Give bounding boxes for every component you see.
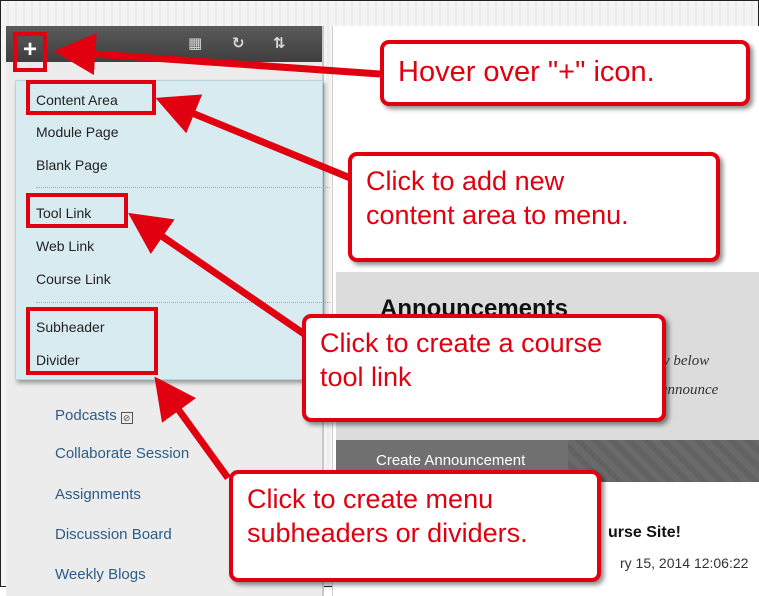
callout-content-area: Click to add new content area to menu. — [348, 152, 720, 262]
callout-tool-link: Click to create a course tool link — [302, 314, 666, 422]
callout-subheader: Click to create menu subheaders or divid… — [229, 470, 601, 582]
arrow-to-subheader — [154, 376, 231, 481]
arrow-to-tool-link — [128, 212, 312, 341]
arrow-to-content-area — [155, 94, 362, 186]
callout-hover: Hover over "+" icon. — [380, 40, 750, 106]
arrow-to-plus — [53, 33, 381, 78]
